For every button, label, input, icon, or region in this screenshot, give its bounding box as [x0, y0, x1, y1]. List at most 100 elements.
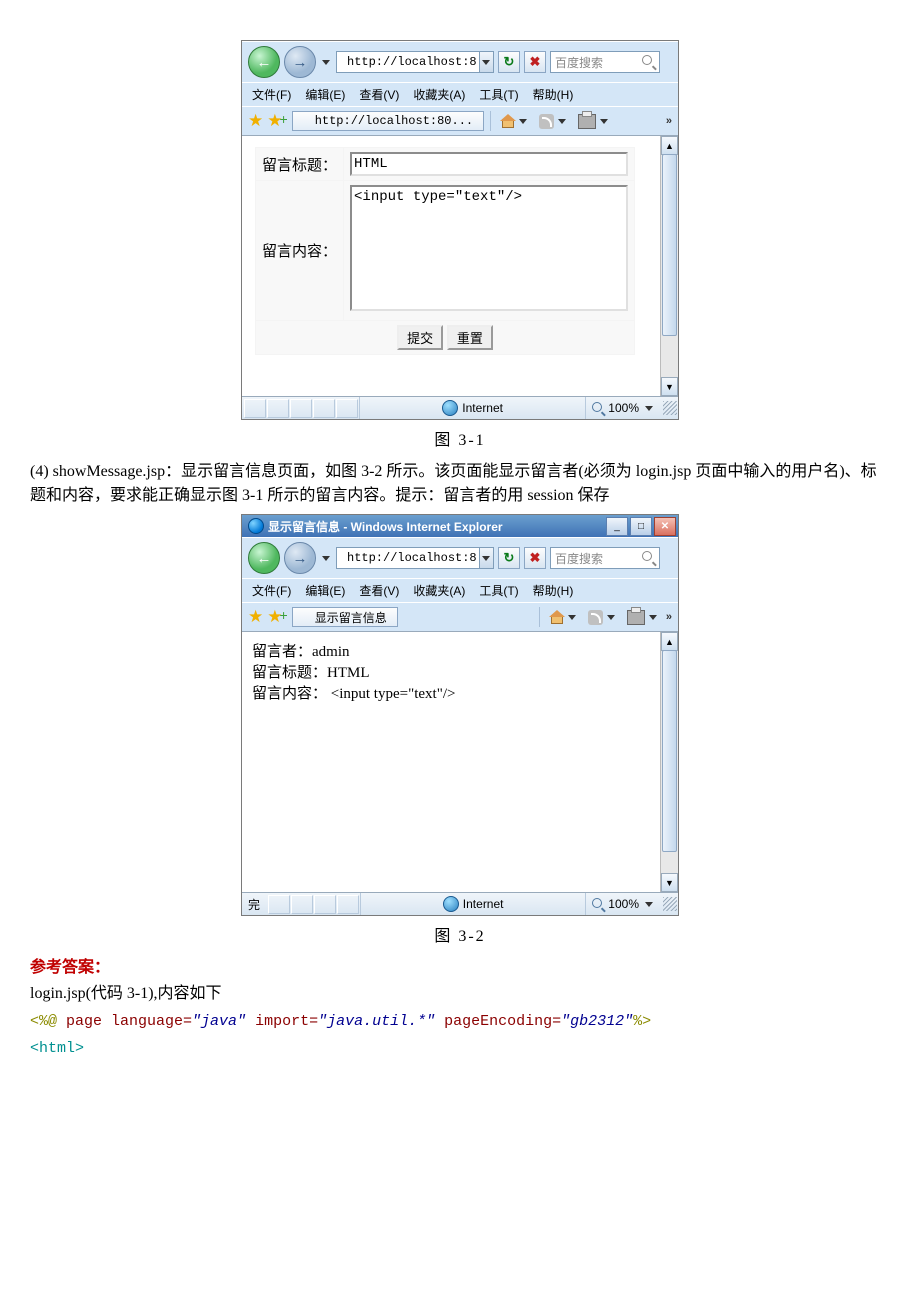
magnifier-icon — [592, 402, 604, 414]
menu-help-2[interactable]: 帮助(H) — [533, 582, 574, 599]
content-textarea[interactable]: <input type="text"/> — [350, 185, 628, 311]
viewport: ▲ ▼ 留言标题： 留言内容： <input type="text"/> — [242, 135, 678, 396]
figure-3-1-caption: 图 3-1 — [30, 426, 890, 450]
browser-tab[interactable]: http://localhost:80... — [292, 111, 484, 131]
home-button-2[interactable] — [546, 606, 581, 628]
scroll-thumb[interactable] — [662, 154, 677, 336]
refresh-button-2[interactable]: ↻ — [498, 547, 520, 569]
search-box[interactable]: 百度搜索 — [550, 51, 660, 73]
title-input-cell — [344, 148, 635, 181]
close-button[interactable]: ✕ — [654, 517, 676, 536]
stop-button-2[interactable]: ✖ — [524, 547, 546, 569]
nav-history-dropdown-icon[interactable] — [322, 60, 330, 65]
forward-button-2[interactable]: → — [284, 542, 316, 574]
toolbar-overflow-icon[interactable]: » — [666, 115, 672, 127]
security-zone[interactable]: Internet — [359, 397, 586, 419]
status-segments-2 — [268, 895, 360, 914]
forward-button[interactable]: → — [284, 46, 316, 78]
zoom-control[interactable]: 100% — [586, 401, 661, 415]
search-icon — [642, 55, 656, 69]
add-favorite-icon[interactable]: ★+ — [267, 111, 287, 131]
menu-edit-2[interactable]: 编辑(E) — [305, 582, 345, 599]
resize-grip[interactable] — [663, 401, 677, 415]
scroll-thumb-2[interactable] — [662, 650, 677, 852]
content-textarea-cell: <input type="text"/> — [344, 181, 635, 321]
print-button-2[interactable] — [624, 606, 662, 628]
address-url-2: http://localhost:8 — [345, 551, 479, 565]
title-input[interactable] — [350, 152, 628, 176]
stop-button[interactable]: ✖ — [524, 51, 546, 73]
minimize-button[interactable]: _ — [606, 517, 628, 536]
menu-file[interactable]: 文件(F) — [252, 86, 291, 103]
menu-tools-2[interactable]: 工具(T) — [479, 582, 518, 599]
browser-tab-2[interactable]: 显示留言信息 — [292, 607, 398, 627]
window-icon — [248, 518, 264, 534]
home-button[interactable] — [497, 110, 532, 132]
window-title: 显示留言信息 - Windows Internet Explorer — [268, 518, 503, 535]
menu-bar-2: 文件(F) 编辑(E) 查看(V) 收藏夹(A) 工具(T) 帮助(H) — [242, 578, 678, 602]
content-line-2: 留言标题：HTML — [252, 661, 668, 682]
zoom-value: 100% — [608, 401, 639, 415]
add-favorite-icon-2[interactable]: ★+ — [267, 607, 287, 627]
print-button[interactable] — [575, 110, 613, 132]
tab-title: http://localhost:80... — [315, 114, 473, 128]
maximize-button[interactable]: □ — [630, 517, 652, 536]
nav-history-dropdown-icon-2[interactable] — [322, 556, 330, 561]
menu-favorites[interactable]: 收藏夹(A) — [413, 86, 465, 103]
zone-text-2: Internet — [463, 897, 504, 911]
address-dropdown-button[interactable] — [479, 52, 493, 72]
back-button[interactable]: ← — [248, 46, 280, 78]
address-bar-2[interactable]: http://localhost:8 — [336, 547, 494, 569]
content-label-cell: 留言内容： — [256, 181, 344, 321]
zone-text: Internet — [462, 401, 503, 415]
page-content: 留言标题： 留言内容： <input type="text"/> 提交 重置 — [242, 136, 678, 366]
security-zone-2[interactable]: Internet — [360, 893, 586, 915]
reset-button[interactable]: 重置 — [447, 325, 493, 350]
favorites-star-icon-2[interactable]: ★ — [248, 607, 263, 627]
address-bar[interactable]: http://localhost:8 — [336, 51, 494, 73]
status-bar-2: 完 Internet 100% — [242, 892, 678, 915]
scroll-up-icon-2[interactable]: ▲ — [661, 632, 678, 651]
title-bar: 显示留言信息 - Windows Internet Explorer _ □ ✕ — [242, 515, 678, 537]
vertical-scrollbar[interactable]: ▲ ▼ — [660, 136, 678, 396]
scroll-up-icon[interactable]: ▲ — [661, 136, 678, 155]
search-box-2[interactable]: 百度搜索 — [550, 547, 660, 569]
zoom-dropdown-icon — [645, 406, 653, 411]
vertical-scrollbar-2[interactable]: ▲ ▼ — [660, 632, 678, 892]
back-button-2[interactable]: ← — [248, 542, 280, 574]
submit-button[interactable]: 提交 — [397, 325, 443, 350]
scroll-down-icon-2[interactable]: ▼ — [661, 873, 678, 892]
favorites-star-icon[interactable]: ★ — [248, 111, 263, 131]
paragraph-4: (4) showMessage.jsp：显示留言信息页面，如图 3-2 所示。该… — [30, 460, 890, 508]
menu-file-2[interactable]: 文件(F) — [252, 582, 291, 599]
address-url: http://localhost:8 — [345, 55, 479, 69]
browser-window-3-2: 显示留言信息 - Windows Internet Explorer _ □ ✕… — [241, 514, 679, 916]
search-icon-2 — [642, 551, 656, 565]
scroll-down-icon[interactable]: ▼ — [661, 377, 678, 396]
menu-tools[interactable]: 工具(T) — [479, 86, 518, 103]
rss-icon — [539, 114, 554, 129]
toolbar-separator-2 — [539, 607, 540, 627]
address-dropdown-button-2[interactable] — [479, 548, 493, 568]
rss-button-2[interactable] — [585, 606, 620, 628]
window-buttons: _ □ ✕ — [606, 517, 676, 536]
menu-edit[interactable]: 编辑(E) — [305, 86, 345, 103]
page-content-2: 留言者：admin 留言标题：HTML 留言内容： <input type="t… — [242, 632, 678, 711]
toolbar-overflow-icon-2[interactable]: » — [666, 611, 672, 623]
magnifier-icon-2 — [592, 898, 604, 910]
resize-grip-2[interactable] — [663, 897, 677, 911]
rss-button[interactable] — [536, 110, 571, 132]
nav-row: ← → http://localhost:8 ↻ ✖ 百度搜索 — [242, 41, 678, 82]
refresh-button[interactable]: ↻ — [498, 51, 520, 73]
tab-favicon — [298, 115, 311, 128]
figure-3-2-wrap: 显示留言信息 - Windows Internet Explorer _ □ ✕… — [30, 514, 890, 916]
menu-help[interactable]: 帮助(H) — [533, 86, 574, 103]
menu-view-2[interactable]: 查看(V) — [359, 582, 399, 599]
figure-3-2-caption: 图 3-2 — [30, 922, 890, 946]
menu-favorites-2[interactable]: 收藏夹(A) — [413, 582, 465, 599]
status-done: 完 — [242, 896, 266, 913]
menu-view[interactable]: 查看(V) — [359, 86, 399, 103]
zoom-control-2[interactable]: 100% — [586, 897, 661, 911]
tab-title-2: 显示留言信息 — [315, 609, 387, 626]
status-segments — [244, 399, 359, 418]
